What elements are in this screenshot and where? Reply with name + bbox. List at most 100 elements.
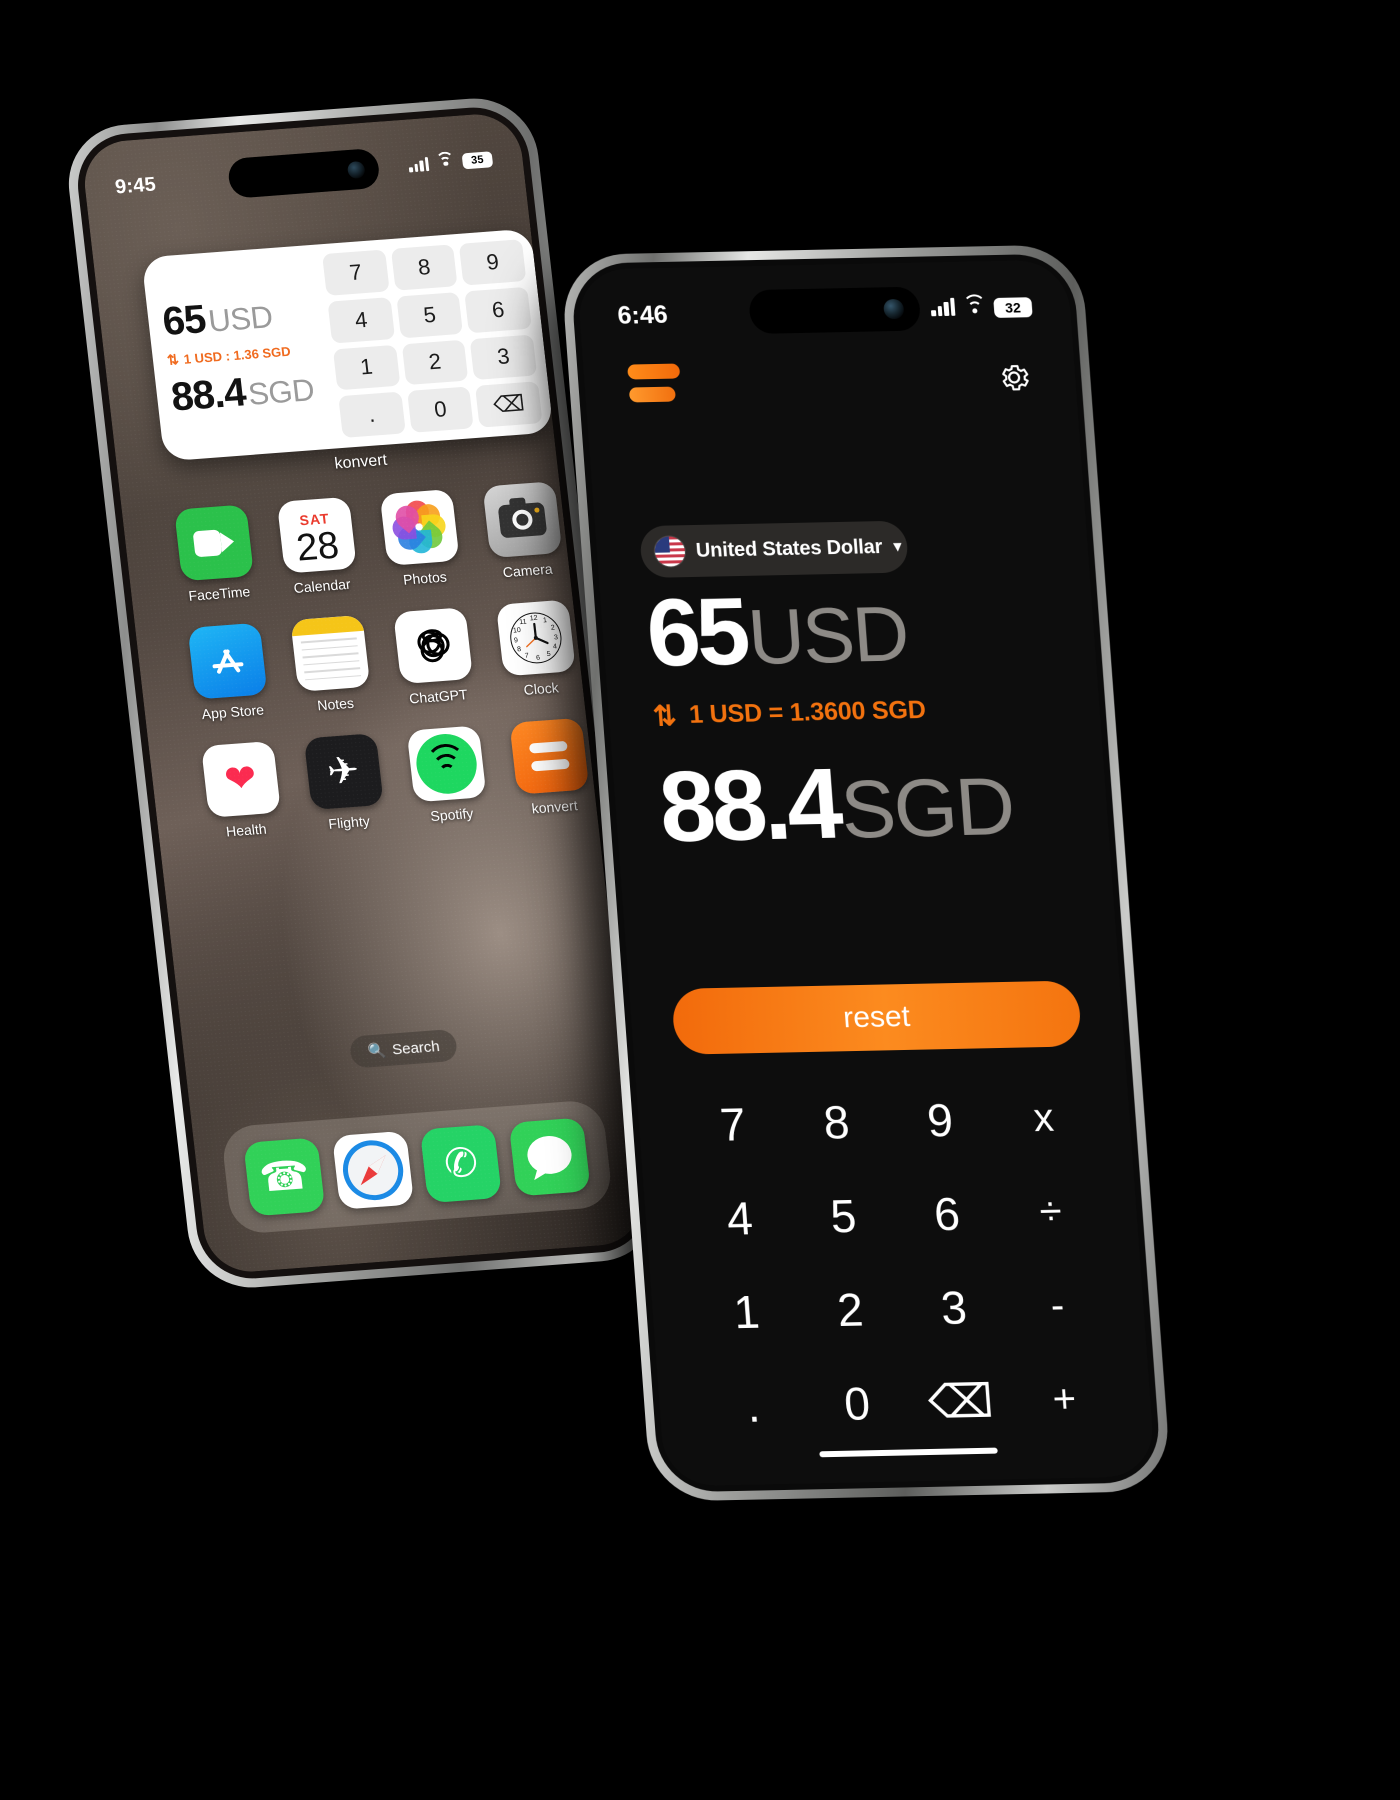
app-label: Clock <box>522 679 560 698</box>
from-amount-value: 65 <box>642 577 750 687</box>
wifi-icon <box>435 151 456 171</box>
to-currency-code: SGD <box>837 761 1017 856</box>
svg-text:10: 10 <box>512 627 521 635</box>
front-camera-icon <box>346 160 366 179</box>
svg-text:4: 4 <box>552 643 557 650</box>
home-search-button[interactable]: 🔍 Search <box>348 1028 459 1069</box>
widget-key[interactable]: 4 <box>327 296 395 344</box>
svg-text:1: 1 <box>542 617 547 624</box>
key-8[interactable]: 8 <box>781 1074 892 1170</box>
calendar-icon: SAT 28 <box>276 496 357 574</box>
calculator-keypad: 7 8 9 x 4 5 6 ÷ 1 2 3 - . 0 ⌫ + <box>678 1070 1120 1454</box>
widget-key[interactable]: 1 <box>332 344 401 391</box>
app-label: Health <box>225 820 268 840</box>
widget-conversion-panel: 65 USD ⇅ 1 USD : 1.36 SGD 88.4 SGD <box>141 245 340 462</box>
wifi-icon <box>961 294 987 318</box>
key-3[interactable]: 3 <box>899 1260 1010 1356</box>
search-label: Search <box>391 1037 441 1059</box>
widget-key[interactable]: 0 <box>406 386 475 433</box>
key-backspace[interactable]: ⌫ <box>905 1353 1016 1449</box>
app-label: FaceTime <box>187 583 252 604</box>
key-1[interactable]: 1 <box>691 1264 802 1360</box>
widget-key[interactable]: . <box>338 391 406 438</box>
app-label: ChatGPT <box>408 686 469 707</box>
clock-icon: 12 1 2 345 678 9 10 11 <box>495 599 576 677</box>
status-time: 9:45 <box>113 173 158 198</box>
dynamic-island <box>747 286 922 335</box>
scene: 9:45 35 65 USD ⇅ 1 USD : 1.36 SGD 88.4 S… <box>0 0 1400 1800</box>
konvert-widget[interactable]: 65 USD ⇅ 1 USD : 1.36 SGD 88.4 SGD 7 8 9… <box>141 228 554 462</box>
app-chatgpt[interactable]: ChatGPT <box>377 606 491 708</box>
widget-from-amount: 65 <box>160 297 208 345</box>
exchange-rate-row[interactable]: ⇅ 1 USD = 1.3600 SGD <box>652 694 927 733</box>
konvert-icon <box>508 717 589 795</box>
swap-arrows-icon: ⇅ <box>166 351 180 368</box>
key-0[interactable]: 0 <box>802 1356 913 1452</box>
svg-text:8: 8 <box>516 646 521 653</box>
app-label: Calendar <box>292 575 352 596</box>
appstore-icon <box>187 622 268 700</box>
widget-key-backspace[interactable]: ⌫ <box>475 381 543 428</box>
home-dock: ☎ ✆ <box>220 1098 614 1235</box>
app-calendar[interactable]: SAT 28 Calendar <box>261 496 375 598</box>
camera-icon <box>481 481 562 559</box>
home-screen-app-grid: FaceTime SAT 28 Calendar Photos Camera A… <box>158 480 607 842</box>
cellular-bars-icon <box>930 297 956 317</box>
widget-keypad[interactable]: 7 8 9 4 5 6 1 2 3 . 0 ⌫ <box>317 228 554 448</box>
widget-to-currency: SGD <box>246 372 316 412</box>
health-icon: ❤ <box>200 740 281 818</box>
currency-selector[interactable]: United States Dollar ▾ <box>638 520 910 579</box>
app-notes[interactable]: Notes <box>274 614 388 716</box>
key-plus[interactable]: + <box>1009 1351 1120 1447</box>
app-spotify[interactable]: Spotify <box>391 724 505 826</box>
messages-icon[interactable] <box>508 1117 591 1197</box>
phone-icon[interactable]: ☎ <box>243 1137 326 1217</box>
key-2[interactable]: 2 <box>795 1262 906 1358</box>
settings-button[interactable] <box>996 360 1033 400</box>
widget-to-amount: 88.4 <box>168 370 248 420</box>
app-flighty[interactable]: ✈ Flighty <box>288 732 402 834</box>
to-amount-display[interactable]: 88.4 SGD <box>656 748 1017 863</box>
facetime-icon <box>173 504 254 582</box>
key-4[interactable]: 4 <box>684 1170 795 1266</box>
key-decimal[interactable]: . <box>698 1358 809 1454</box>
svg-text:3: 3 <box>553 634 558 641</box>
app-health[interactable]: ❤ Health <box>185 740 299 842</box>
reset-button[interactable]: reset <box>670 980 1083 1055</box>
key-9[interactable]: 9 <box>885 1072 996 1168</box>
app-label: Camera <box>501 560 554 581</box>
app-label: Notes <box>316 694 355 714</box>
widget-key[interactable]: 7 <box>322 249 390 296</box>
app-photos[interactable]: Photos <box>364 488 478 590</box>
selected-currency-label: United States Dollar <box>695 535 883 562</box>
app-facetime[interactable]: FaceTime <box>158 503 272 605</box>
app-label: Flighty <box>327 812 371 832</box>
key-6[interactable]: 6 <box>892 1166 1003 1262</box>
back-phone-screen: 9:45 35 65 USD ⇅ 1 USD : 1.36 SGD 88.4 S… <box>80 111 646 1275</box>
safari-icon[interactable] <box>331 1130 414 1210</box>
whatsapp-icon[interactable]: ✆ <box>420 1124 503 1204</box>
svg-text:9: 9 <box>513 637 518 644</box>
widget-key[interactable]: 9 <box>459 239 527 286</box>
widget-key[interactable]: 3 <box>469 334 538 381</box>
front-phone-device: 6:46 32 United States Dollar ▾ 65 USD ⇅ … <box>559 244 1173 1502</box>
key-7[interactable]: 7 <box>678 1077 789 1173</box>
from-amount-display[interactable]: 65 USD <box>642 577 911 687</box>
key-multiply[interactable]: x <box>988 1070 1099 1166</box>
app-appstore[interactable]: App Store <box>172 622 286 724</box>
key-divide[interactable]: ÷ <box>995 1164 1106 1260</box>
chevron-down-icon: ▾ <box>892 536 903 556</box>
widget-key[interactable]: 5 <box>395 291 464 338</box>
key-5[interactable]: 5 <box>788 1168 899 1264</box>
widget-key[interactable]: 2 <box>401 339 469 386</box>
battery-icon: 35 <box>461 151 494 170</box>
app-label: Photos <box>402 568 448 588</box>
key-minus[interactable]: - <box>1002 1258 1113 1354</box>
us-flag-icon <box>653 536 687 567</box>
widget-key[interactable]: 8 <box>390 244 458 291</box>
widget-key[interactable]: 6 <box>464 286 532 333</box>
battery-icon: 32 <box>993 297 1033 318</box>
from-currency-code: USD <box>744 589 911 681</box>
app-label: Spotify <box>429 805 475 825</box>
widget-to-row: 88.4 SGD <box>169 364 336 421</box>
